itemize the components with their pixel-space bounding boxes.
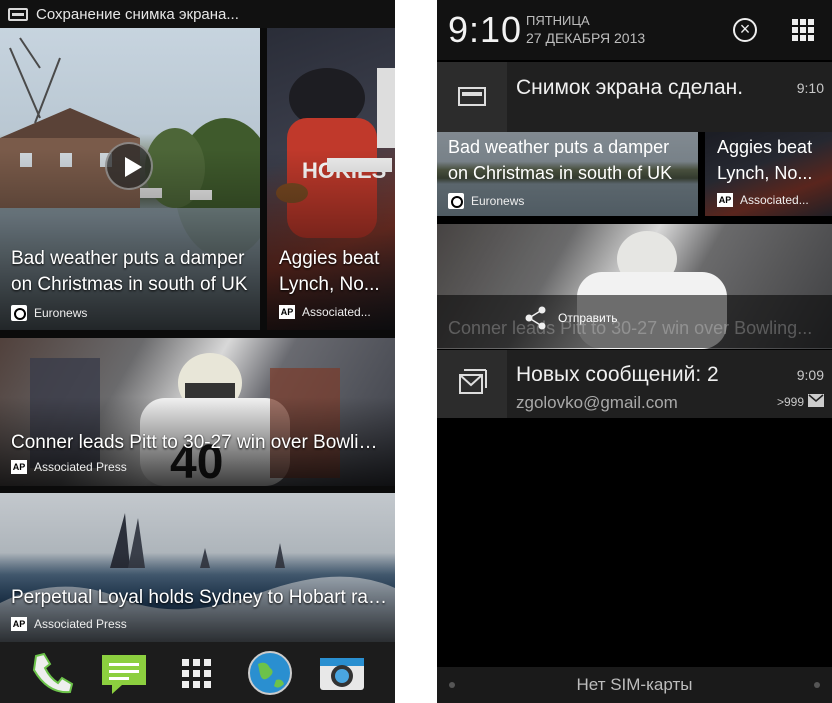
tile-title-line1: Bad weather puts a damper [11,248,245,269]
apps-icon[interactable] [173,650,221,696]
ap-logo-icon: AP [11,617,27,631]
tile-title-line1: Aggies beat [717,137,813,157]
weekday: ПЯТНИЦА [526,13,590,28]
notification-title: Снимок экрана сделан. [516,76,744,99]
tile-title-line2: on Christmas in south of UK [448,163,673,183]
euronews-logo-icon [448,193,464,209]
euronews-logo-icon [11,305,27,321]
tile-source: AP Associated... [279,305,371,319]
tile-title-line1: Bad weather puts a damper [448,137,670,157]
tile-source: Euronews [11,305,87,321]
tile-source: Euronews [448,193,524,209]
news-tile-weather[interactable]: Bad weather puts a damper on Christmas i… [0,28,260,330]
tile-title: Perpetual Loyal holds Sydney to Hobart r… [11,587,387,608]
mail-icon [459,369,487,394]
home-screen: Сохранение снимка экрана... Bad weather … [0,0,395,703]
no-sim-label: Нет SIM-карты [576,675,693,694]
app-dock [0,642,395,703]
tile-title: Conner leads Pitt to 30-27 win over Bowl… [11,432,387,453]
notification-time: 9:09 [796,367,824,383]
notification-time: 9:10 [796,80,824,96]
tile-source: AP Associated... [717,193,809,207]
preview-tile-weather[interactable]: Bad weather puts a damper on Christmas i… [437,132,698,216]
clear-notifications-icon[interactable]: × [733,18,757,42]
faded-tile-title: Conner leads Pitt to 30-27 win over Bowl… [448,318,813,338]
notification-title: Новых сообщений: 2 [516,363,719,386]
browser-icon[interactable] [246,650,294,696]
status-text: Сохранение снимка экрана... [36,5,239,23]
notification-shade: 9:10 ПЯТНИЦА 27 ДЕКАБРЯ 2013 × Снимок эк… [437,0,832,703]
ap-logo-icon: AP [717,193,733,207]
camera-icon[interactable] [318,650,366,696]
screenshot-icon [8,7,28,21]
screenshot-notification[interactable]: Снимок экрана сделан. 9:10 [437,62,832,132]
date: 27 ДЕКАБРЯ 2013 [526,30,646,46]
mail-notification[interactable]: Новых сообщений: 2 9:09 zgolovko@gmail.c… [437,350,832,418]
ap-logo-icon: AP [279,305,295,319]
shade-header: 9:10 ПЯТНИЦА 27 ДЕКАБРЯ 2013 × [437,0,832,60]
news-tile-pitt[interactable]: 40 Conner leads Pitt to 30-27 win over B… [0,338,395,486]
clock: 9:10 [448,9,523,50]
preview-tile-aggies[interactable]: Aggies beat Lynch, No... AP Associated..… [705,132,832,216]
tile-source: AP Associated Press [11,460,127,474]
messages-icon[interactable] [100,650,148,696]
screenshot-icon [458,87,486,106]
quick-settings-icon[interactable] [792,19,814,41]
no-sim-bar: Нет SIM-карты [437,667,832,703]
news-tile-sailing[interactable]: Perpetual Loyal holds Sydney to Hobart r… [0,493,395,642]
tile-title-line2: Lynch, No... [717,163,813,183]
mail-small-icon [808,394,824,407]
news-tile-aggies[interactable]: HOKIES Aggies beat Lynch, No... AP Assoc… [267,28,395,330]
mail-count: >999 [776,395,804,409]
status-bar[interactable]: Сохранение снимка экрана... [0,0,395,28]
tile-title-line2: on Christmas in south of UK [11,274,248,295]
tile-title-line2: Lynch, No... [279,274,380,295]
tile-source: AP Associated Press [11,617,127,631]
tile-title-line1: Aggies beat [279,248,380,269]
play-video-icon[interactable] [105,142,153,190]
phone-icon[interactable] [28,650,76,696]
ap-logo-icon: AP [11,460,27,474]
mail-account: zgolovko@gmail.com [516,393,678,412]
